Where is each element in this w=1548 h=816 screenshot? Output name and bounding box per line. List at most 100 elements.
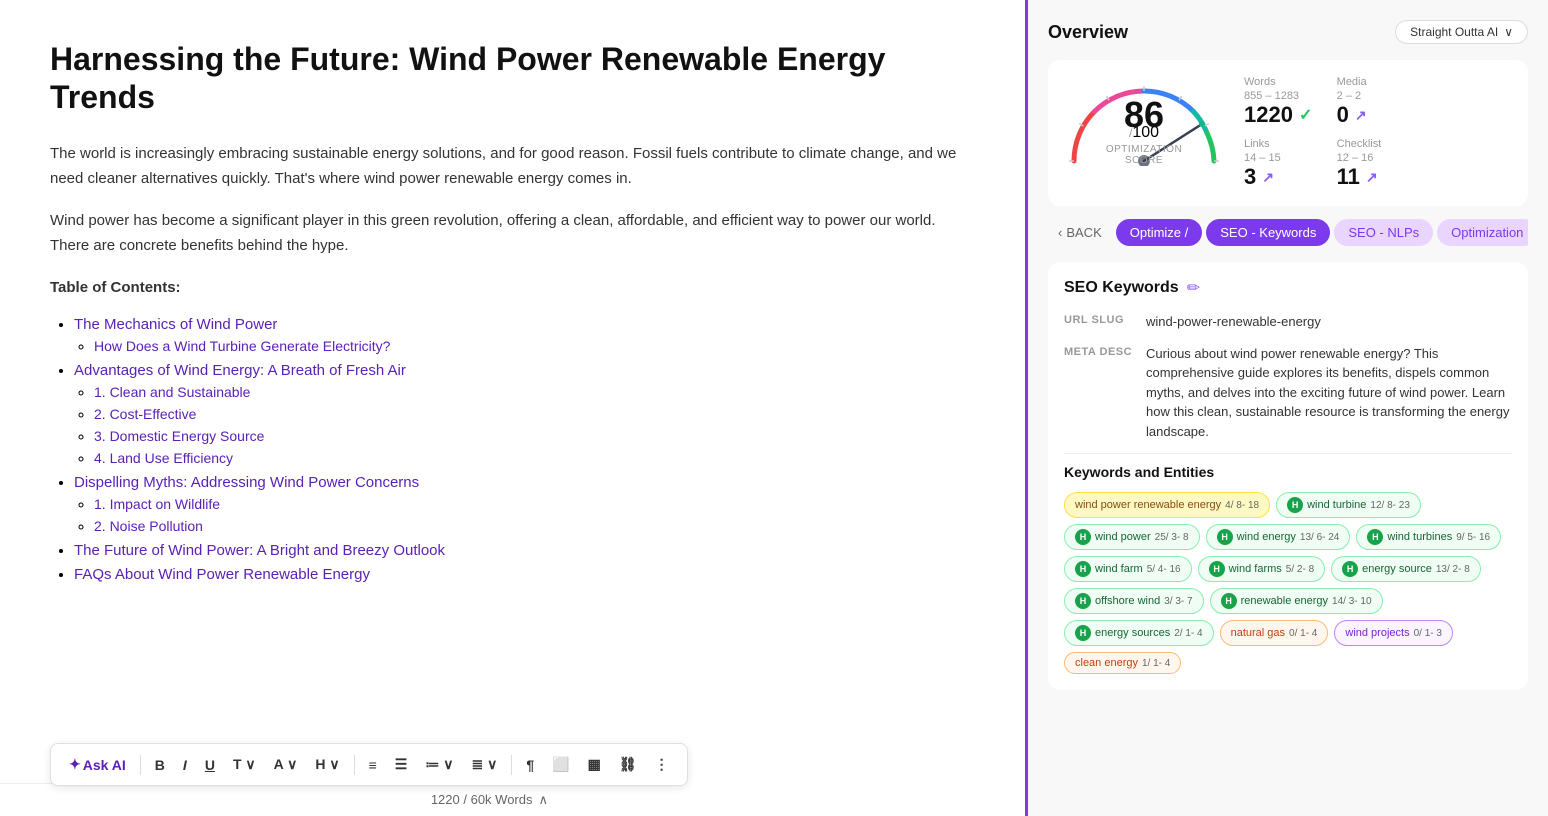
tab-back[interactable]: ‹ BACK (1048, 219, 1112, 246)
keyword-tag-wind-projects[interactable]: wind projects 0/ 1- 3 (1334, 620, 1453, 646)
toc-link-how[interactable]: How Does a Wind Turbine Generate Electri… (94, 338, 390, 354)
paragraph-button[interactable]: ¶ (520, 753, 540, 777)
underline-button[interactable]: U (199, 753, 221, 777)
toc-link-future[interactable]: The Future of Wind Power: A Bright and B… (74, 542, 445, 559)
keywords-title: Keywords and Entities (1064, 464, 1512, 480)
arrow-up-right-icon-3: ↗ (1366, 169, 1378, 186)
keyword-tag-wind-power[interactable]: H wind power 25/ 3- 8 (1064, 524, 1200, 550)
keyword-label: offshore wind (1095, 595, 1160, 607)
keyword-tag-clean-energy[interactable]: clean energy 1/ 1- 4 (1064, 652, 1181, 674)
meta-desc-field: META DESC Curious about wind power renew… (1064, 344, 1512, 442)
bold-icon: B (155, 757, 165, 773)
more-button[interactable]: ⋮ (649, 752, 675, 777)
list-item: 3. Domestic Energy Source (94, 428, 975, 446)
stat-media: Media 2 – 2 0 ↗ (1337, 76, 1420, 128)
keyword-tag-wind-turbine[interactable]: H wind turbine 12/ 8- 23 (1276, 492, 1421, 518)
keyword-stats: 9/ 5- 16 (1456, 532, 1490, 543)
stat-words-value: 1220 ✓ (1244, 102, 1327, 128)
stat-checklist-range: 12 – 16 (1337, 152, 1420, 164)
arrow-up-right-icon-2: ↗ (1262, 169, 1274, 186)
keyword-tag-renewable-energy[interactable]: H renewable energy 14/ 3- 10 (1210, 588, 1383, 614)
list-item: The Future of Wind Power: A Bright and B… (74, 542, 975, 560)
align-left-button[interactable]: ≡ (363, 753, 383, 777)
h-badge: H (1221, 593, 1237, 609)
toc-link-faqs[interactable]: FAQs About Wind Power Renewable Energy (74, 566, 370, 583)
heading-button[interactable]: H ∨ (309, 752, 345, 777)
tab-optimize-label: Optimize / (1130, 225, 1189, 240)
stat-checklist-label: Checklist (1337, 138, 1420, 150)
link-icon: ⛓ (619, 756, 637, 773)
stat-media-range: 2 – 2 (1337, 90, 1420, 102)
stats-grid: Words 855 – 1283 1220 ✓ Media 2 – 2 0 ↗ (1244, 76, 1512, 190)
keyword-label: wind power (1095, 531, 1151, 543)
check-icon: ✓ (1299, 105, 1312, 125)
word-count-chevron[interactable]: ∧ (538, 792, 548, 808)
image-button[interactable]: ⬜ (546, 752, 575, 777)
toc-sublist: 1. Clean and Sustainable 2. Cost-Effecti… (74, 384, 975, 468)
keyword-tag-wind-energy[interactable]: H wind energy 13/ 6- 24 (1206, 524, 1351, 550)
h-badge: H (1342, 561, 1358, 577)
list-unordered-button[interactable]: ≣ ∨ (466, 752, 504, 777)
text-style-button[interactable]: T ∨ (227, 752, 262, 777)
keyword-tag-wind-farms[interactable]: H wind farms 5/ 2- 8 (1198, 556, 1326, 582)
keyword-tag-wind-farm[interactable]: H wind farm 5/ 4- 16 (1064, 556, 1192, 582)
list-item: The Mechanics of Wind Power How Does a W… (74, 316, 975, 356)
h-badge: H (1075, 529, 1091, 545)
stat-checklist-value: 11 ↗ (1337, 164, 1420, 190)
intro-paragraph-1: The world is increasingly embracing sust… (50, 141, 975, 192)
overview-title: Overview (1048, 22, 1128, 43)
toc-link-mechanics[interactable]: The Mechanics of Wind Power (74, 316, 277, 333)
list-item: 1. Impact on Wildlife (94, 496, 975, 514)
score-number: 86 (1124, 94, 1164, 136)
source-badge[interactable]: Straight Outta AI ∨ (1395, 20, 1528, 44)
keyword-tag-energy-source[interactable]: H energy source 13/ 2- 8 (1331, 556, 1481, 582)
font-size-button[interactable]: A ∨ (268, 752, 304, 777)
toc-link-land[interactable]: 4. Land Use Efficiency (94, 450, 233, 466)
keyword-tag-primary[interactable]: wind power renewable energy 4/ 8- 18 (1064, 492, 1270, 518)
tab-optimization[interactable]: Optimization (1437, 219, 1528, 246)
toc-link-clean[interactable]: 1. Clean and Sustainable (94, 384, 250, 400)
keyword-tag-natural-gas[interactable]: natural gas 0/ 1- 4 (1220, 620, 1329, 646)
keyword-label: wind turbine (1307, 499, 1366, 511)
keyword-label: wind projects (1345, 627, 1409, 639)
tab-seo-keywords[interactable]: SEO - Keywords (1206, 219, 1330, 246)
tab-seo-nlps[interactable]: SEO - NLPs (1334, 219, 1433, 246)
keyword-label: renewable energy (1241, 595, 1328, 607)
keyword-stats: 13/ 6- 24 (1300, 532, 1339, 543)
italic-icon: I (183, 757, 187, 773)
toc-link-advantages[interactable]: Advantages of Wind Energy: A Breath of F… (74, 362, 406, 379)
keyword-tag-energy-sources[interactable]: H energy sources 2/ 1- 4 (1064, 620, 1214, 646)
right-panel: Overview Straight Outta AI ∨ (1028, 0, 1548, 816)
link-button[interactable]: ⛓ (613, 752, 643, 777)
chevron-down-icon: ∨ (1504, 25, 1513, 39)
stat-words-label: Words (1244, 76, 1327, 88)
keyword-tag-offshore-wind[interactable]: H offshore wind 3/ 3- 7 (1064, 588, 1204, 614)
align-center-button[interactable]: ☰ (389, 752, 414, 777)
list-item: How Does a Wind Turbine Generate Electri… (94, 338, 975, 356)
italic-button[interactable]: I (177, 753, 193, 777)
url-slug-value: wind-power-renewable-energy (1146, 312, 1321, 332)
keyword-label: wind power renewable energy (1075, 499, 1221, 511)
toc-link-myths[interactable]: Dispelling Myths: Addressing Wind Power … (74, 474, 419, 491)
bold-button[interactable]: B (149, 753, 171, 777)
h-badge: H (1209, 561, 1225, 577)
toc-link-domestic[interactable]: 3. Domestic Energy Source (94, 428, 264, 444)
keyword-tags-container: wind power renewable energy 4/ 8- 18 H w… (1064, 492, 1512, 674)
columns-button[interactable]: ▦ (582, 752, 607, 777)
stat-links-value: 3 ↗ (1244, 164, 1327, 190)
toc-sublist: 1. Impact on Wildlife 2. Noise Pollution (74, 496, 975, 536)
sparkle-icon: ✦ (69, 756, 81, 773)
stat-media-label: Media (1337, 76, 1420, 88)
ask-ai-button[interactable]: ✦ Ask AI (63, 752, 132, 777)
toc-link-wildlife[interactable]: 1. Impact on Wildlife (94, 496, 220, 512)
edit-icon[interactable]: ✏ (1187, 278, 1200, 298)
tab-seo-nlps-label: SEO - NLPs (1348, 225, 1419, 240)
keyword-tag-wind-turbines[interactable]: H wind turbines 9/ 5- 16 (1356, 524, 1501, 550)
toc-link-cost[interactable]: 2. Cost-Effective (94, 406, 196, 422)
align-center-icon: ☰ (395, 756, 408, 773)
list-item: Advantages of Wind Energy: A Breath of F… (74, 362, 975, 468)
tab-optimize[interactable]: Optimize / (1116, 219, 1203, 246)
toc-link-noise[interactable]: 2. Noise Pollution (94, 518, 203, 534)
score-section: /100 OPTIMIZATION SCORE 86 Words 855 – 1… (1048, 60, 1528, 206)
list-ordered-button[interactable]: ≔ ∨ (419, 752, 459, 777)
